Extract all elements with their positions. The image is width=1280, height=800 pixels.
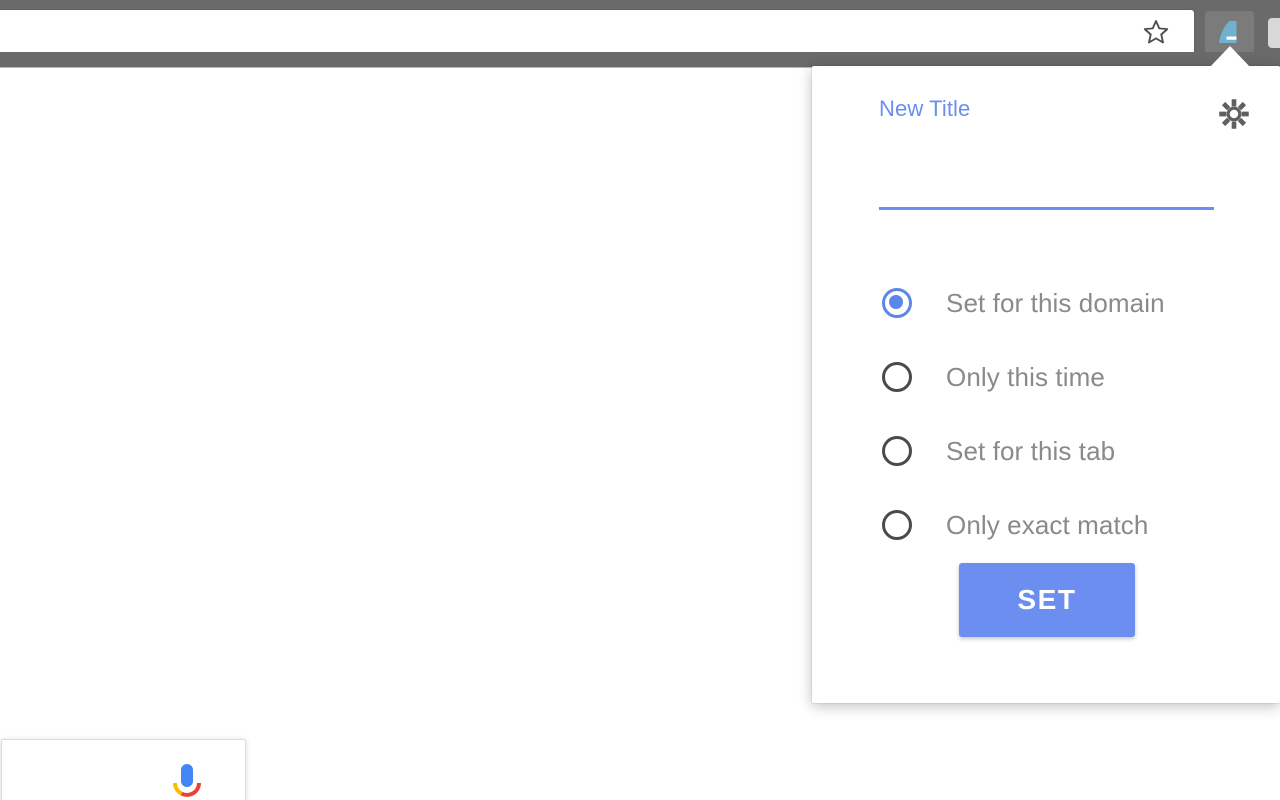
extension-popup: New Title Set for this domain Only this … (812, 66, 1280, 703)
radio-option-only-this-time[interactable]: Only this time (867, 340, 1267, 414)
radio-label: Only exact match (946, 509, 1149, 540)
bookmark-star-icon[interactable] (1137, 14, 1175, 50)
radio-option-set-for-this-tab[interactable]: Set for this tab (867, 414, 1267, 488)
screen: New Title Set for this domain Only this … (0, 0, 1280, 800)
address-bar[interactable] (0, 10, 1194, 54)
set-button[interactable]: SET (959, 563, 1135, 637)
scope-radio-group: Set for this domain Only this time Set f… (867, 266, 1267, 562)
browser-toolbar (0, 4, 1280, 56)
radio-indicator-icon (879, 359, 915, 395)
new-title-input[interactable] (879, 182, 1214, 210)
radio-option-set-for-this-domain[interactable]: Set for this domain (867, 266, 1267, 340)
popup-title: New Title (879, 96, 971, 121)
radio-option-only-exact-match[interactable]: Only exact match (867, 488, 1267, 562)
new-title-field-wrapper[interactable] (879, 182, 1214, 214)
google-voice-microphone-icon[interactable] (170, 764, 204, 800)
chrome-menu-icon[interactable] (1268, 18, 1280, 48)
voice-search-card[interactable] (1, 739, 246, 800)
radio-label: Only this time (946, 361, 1105, 392)
radio-label: Set for this tab (946, 435, 1116, 466)
radio-indicator-icon (879, 433, 915, 469)
radio-indicator-selected-icon (879, 285, 915, 321)
radio-label: Set for this domain (946, 287, 1165, 318)
address-bar-input[interactable] (8, 10, 1108, 54)
popup-caret (1209, 46, 1251, 68)
gear-icon[interactable] (1212, 92, 1256, 136)
radio-indicator-icon (879, 507, 915, 543)
